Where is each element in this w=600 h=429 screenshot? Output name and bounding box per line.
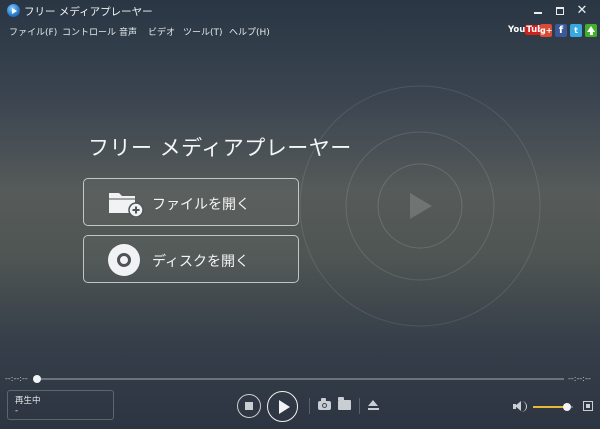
facebook-icon[interactable]: f: [555, 24, 567, 37]
open-file-button[interactable]: ファイルを開く: [83, 178, 299, 226]
volume-handle[interactable]: [563, 403, 571, 411]
seek-bar[interactable]: [36, 378, 564, 380]
player-window: フリー メディアプレーヤー ✕ ファイル(F) コントロール 音声 ビデオ ツー…: [0, 0, 600, 429]
status-panel: 再生中 -: [7, 390, 114, 420]
title-bar: フリー メディアプレーヤー ✕: [0, 0, 600, 22]
folder-icon[interactable]: [338, 397, 351, 410]
menu-tools[interactable]: ツール(T): [183, 25, 223, 38]
seek-handle[interactable]: [33, 375, 41, 383]
open-disc-label: ディスクを開く: [152, 254, 250, 270]
main-title: フリー メディアプレーヤー: [88, 136, 352, 160]
divider: [309, 398, 310, 414]
total-time: --:--:--: [568, 374, 591, 383]
twitter-icon[interactable]: t: [570, 24, 582, 37]
menu-video[interactable]: ビデオ: [148, 25, 175, 38]
youtube-you-text: You: [508, 25, 526, 35]
fullscreen-icon[interactable]: [583, 401, 593, 411]
menu-control[interactable]: コントロール: [62, 25, 116, 38]
play-button[interactable]: [267, 391, 298, 422]
elapsed-time: --:--:--: [5, 374, 28, 383]
open-file-label: ファイルを開く: [152, 197, 250, 213]
status-label: 再生中: [15, 396, 41, 406]
minimize-button[interactable]: [528, 2, 548, 20]
app-logo-icon: [7, 4, 20, 17]
open-disc-button[interactable]: ディスクを開く: [83, 235, 299, 283]
menu-help[interactable]: ヘルプ(H): [229, 25, 270, 38]
status-value: -: [15, 406, 19, 416]
menu-audio[interactable]: 音声: [119, 25, 137, 38]
close-button[interactable]: ✕: [572, 2, 592, 20]
volume-level-fill: [533, 406, 567, 408]
maximize-button[interactable]: [550, 2, 570, 20]
divider: [359, 398, 360, 414]
camera-icon[interactable]: [318, 398, 331, 410]
googleplus-icon[interactable]: g+: [540, 24, 552, 37]
disc-icon: [108, 244, 140, 276]
menu-file[interactable]: ファイル(F): [9, 25, 57, 38]
stop-button[interactable]: [237, 394, 261, 418]
youtube-icon[interactable]: YouTube: [508, 24, 551, 37]
window-title: フリー メディアプレーヤー: [24, 6, 153, 18]
folder-add-icon: [109, 193, 144, 217]
eject-icon[interactable]: [368, 400, 379, 410]
upload-icon[interactable]: [585, 24, 597, 37]
